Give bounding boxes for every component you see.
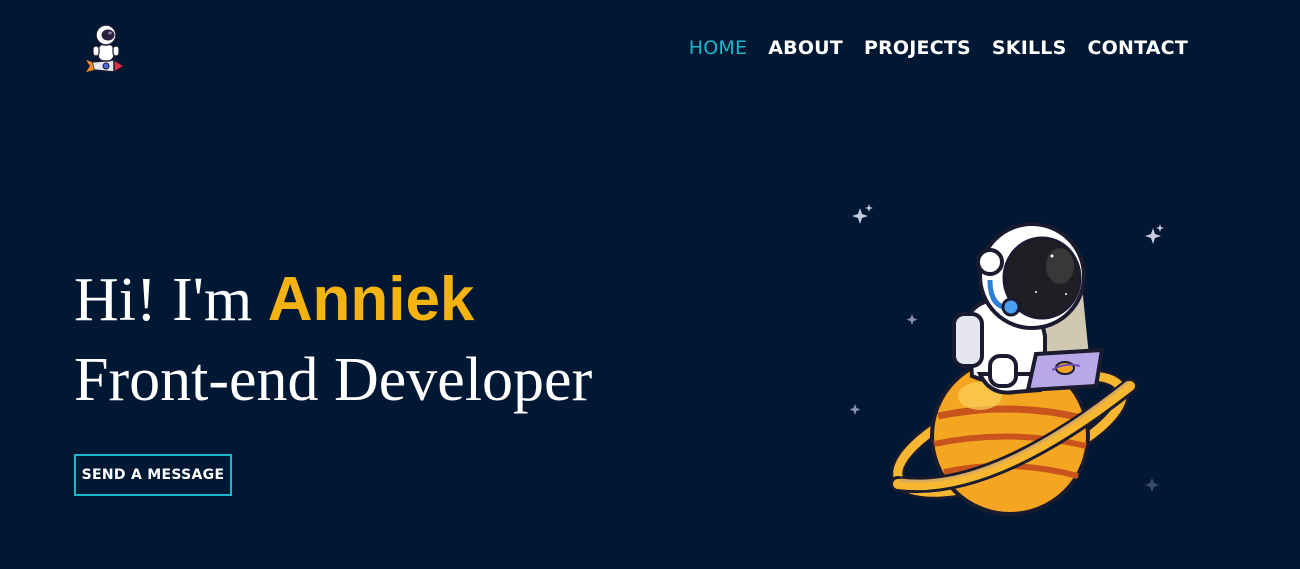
astronaut-rocket-logo-icon[interactable] (84, 20, 134, 76)
hero-name: Anniek (267, 265, 475, 334)
nav-contact[interactable]: CONTACT (1088, 36, 1189, 60)
nav-skills[interactable]: SKILLS (992, 36, 1067, 60)
nav-home[interactable]: HOME (689, 36, 747, 60)
hero-greeting-line: Hi! I'm Anniek (74, 262, 592, 338)
send-message-button[interactable]: SEND A MESSAGE (74, 454, 232, 496)
hero-role: Front-end Developer (74, 346, 593, 414)
main-nav: HOME ABOUT PROJECTS SKILLS CONTACT (689, 36, 1188, 60)
hero-greeting: Hi! I'm (74, 266, 253, 334)
astronaut-planet-illustration (840, 196, 1180, 526)
nav-projects[interactable]: PROJECTS (864, 36, 971, 60)
nav-about[interactable]: ABOUT (768, 36, 843, 60)
hero-text: Hi! I'm Anniek Front-end Developer (74, 262, 592, 428)
